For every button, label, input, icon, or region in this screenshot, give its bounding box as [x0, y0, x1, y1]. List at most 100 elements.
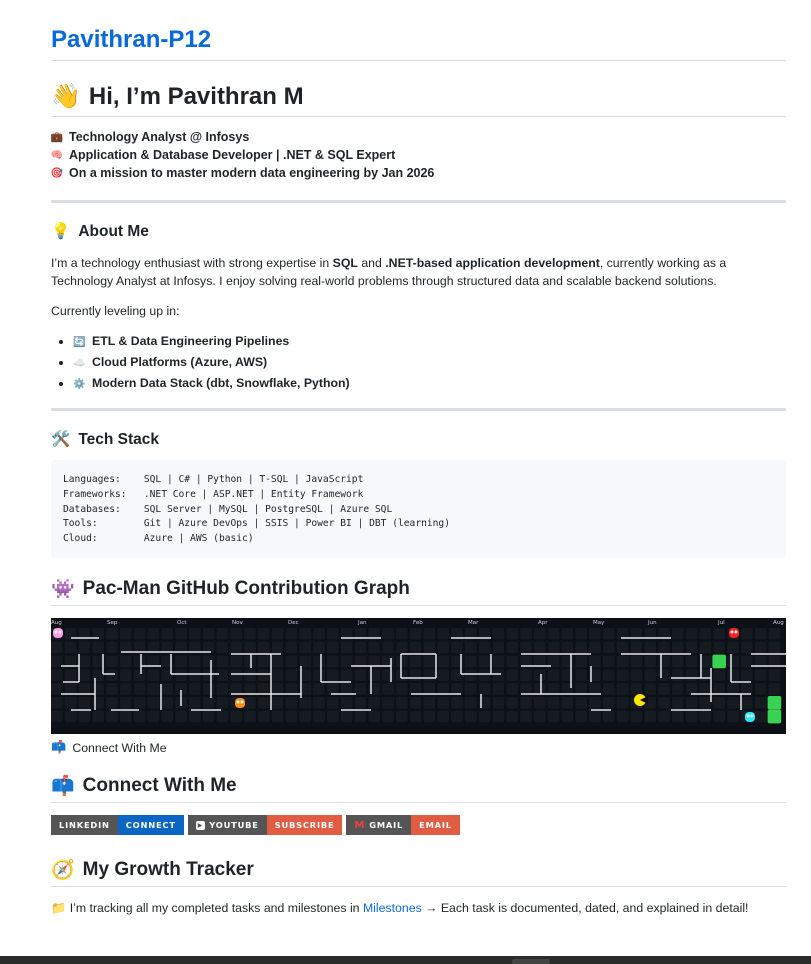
contribution-cell — [672, 697, 684, 709]
list-item: 🔄 ETL & Data Engineering Pipelines — [73, 332, 350, 353]
contribution-cell — [396, 669, 408, 681]
contribution-cell — [644, 641, 656, 654]
month-label: Jul — [717, 620, 725, 626]
contribution-cell — [230, 655, 242, 668]
contribution-cell — [423, 683, 436, 695]
contribution-cell — [465, 710, 477, 723]
contribution-cell — [244, 641, 256, 654]
contribution-cell — [575, 655, 587, 668]
contribution-cell — [575, 628, 587, 640]
compass-icon: 🧭 — [51, 860, 75, 881]
intro-line-skills: 🧠 Application & Database Developer | .NE… — [51, 148, 395, 162]
contribution-cell — [644, 683, 656, 695]
contribution-cell — [630, 641, 643, 654]
contribution-cell — [423, 710, 436, 723]
about-paragraph: I’m a technology enthusiast with strong … — [51, 254, 781, 290]
contribution-cell — [230, 628, 242, 640]
divider — [51, 116, 786, 117]
about-text: I’m a technology enthusiast with strong … — [51, 256, 333, 270]
contribution-cell — [396, 710, 408, 723]
contribution-cell — [368, 697, 380, 709]
repo-title[interactable]: Pavithran-P12 — [51, 26, 211, 54]
milestones-link[interactable]: Milestones — [363, 901, 422, 915]
contribution-cell — [409, 628, 422, 640]
contribution-cell — [478, 655, 491, 668]
contribution-cell — [51, 641, 63, 654]
youtube-badge[interactable]: ▶ YOUTUBE SUBSCRIBE — [187, 815, 343, 835]
list-item-text: Cloud Platforms (Azure, AWS) — [92, 355, 268, 369]
contribution-cell — [147, 628, 160, 640]
contribution-cell — [120, 669, 132, 681]
badge-label: LINKEDIN — [51, 815, 118, 835]
contribution-cell — [741, 655, 753, 668]
contribution-cell — [492, 655, 505, 668]
about-text-bold: SQL — [332, 256, 358, 270]
contribution-cell — [244, 628, 256, 640]
contribution-cell — [672, 669, 684, 681]
stack-heading-text: Tech Stack — [78, 430, 160, 448]
contribution-cell — [327, 641, 339, 654]
month-label: Mar — [468, 620, 479, 626]
contribution-cell — [161, 710, 173, 723]
contribution-cell — [51, 697, 63, 709]
contribution-cell — [547, 628, 560, 640]
contribution-cell — [382, 628, 394, 640]
contribution-cell — [327, 655, 339, 668]
contribution-cell — [64, 683, 77, 695]
contribution-cell — [754, 710, 767, 723]
contribution-cell — [603, 628, 615, 640]
contribution-cell — [64, 710, 77, 723]
contribution-cell — [368, 669, 380, 681]
contribution-cell — [451, 683, 463, 695]
contribution-cell — [313, 641, 325, 654]
contribution-cell — [699, 628, 712, 640]
contribution-cell — [175, 655, 187, 668]
gear-icon: ⚙️ — [73, 379, 86, 390]
contribution-cell — [768, 641, 781, 654]
contribution-cell — [658, 683, 670, 695]
badge-label-group: M GMAIL — [346, 815, 412, 835]
contribution-cell — [644, 655, 656, 668]
about-heading-text: About Me — [78, 222, 149, 240]
contribution-cell — [51, 710, 63, 723]
contribution-cell — [658, 710, 670, 723]
pacman-heading-text: Pac-Man GitHub Contribution Graph — [82, 578, 410, 599]
contribution-cell — [575, 641, 587, 654]
contribution-cell — [492, 628, 505, 640]
contribution-cell — [658, 697, 670, 709]
contribution-cell — [189, 655, 201, 668]
contribution-cell — [423, 628, 436, 640]
linkedin-badge[interactable]: LINKEDIN CONNECT — [51, 815, 184, 835]
contribution-cell — [603, 710, 615, 723]
contribution-cell — [423, 641, 436, 654]
contribution-cell — [120, 655, 132, 668]
gmail-icon: M — [354, 819, 366, 831]
divider — [51, 60, 786, 61]
contribution-cell — [616, 669, 629, 681]
contribution-cell — [216, 655, 229, 668]
gmail-badge[interactable]: M GMAIL EMAIL — [346, 815, 460, 835]
growth-heading-text: My Growth Tracker — [82, 859, 254, 880]
youtube-icon: ▶ — [195, 820, 206, 830]
contribution-cell — [120, 710, 132, 723]
contribution-cell — [561, 697, 574, 709]
contribution-cell — [589, 683, 601, 695]
contribution-cell — [271, 683, 284, 695]
contribution-cell — [437, 710, 449, 723]
contribution-cell — [299, 641, 311, 654]
stack-heading: 🛠️ Tech Stack — [51, 430, 159, 449]
contribution-cell — [754, 628, 767, 640]
contribution-cell — [768, 669, 781, 681]
contribution-cell — [271, 655, 284, 668]
scroll-handle[interactable] — [512, 959, 550, 964]
contribution-cell — [313, 710, 325, 723]
month-label: Nov — [232, 620, 243, 626]
contribution-cell — [133, 710, 146, 723]
contribution-cell — [575, 710, 587, 723]
contribution-cell — [202, 683, 215, 695]
contribution-cell — [244, 710, 256, 723]
contribution-cell — [603, 669, 615, 681]
contribution-cell — [589, 628, 601, 640]
contribution-cell — [451, 641, 463, 654]
contribution-cell — [409, 655, 422, 668]
